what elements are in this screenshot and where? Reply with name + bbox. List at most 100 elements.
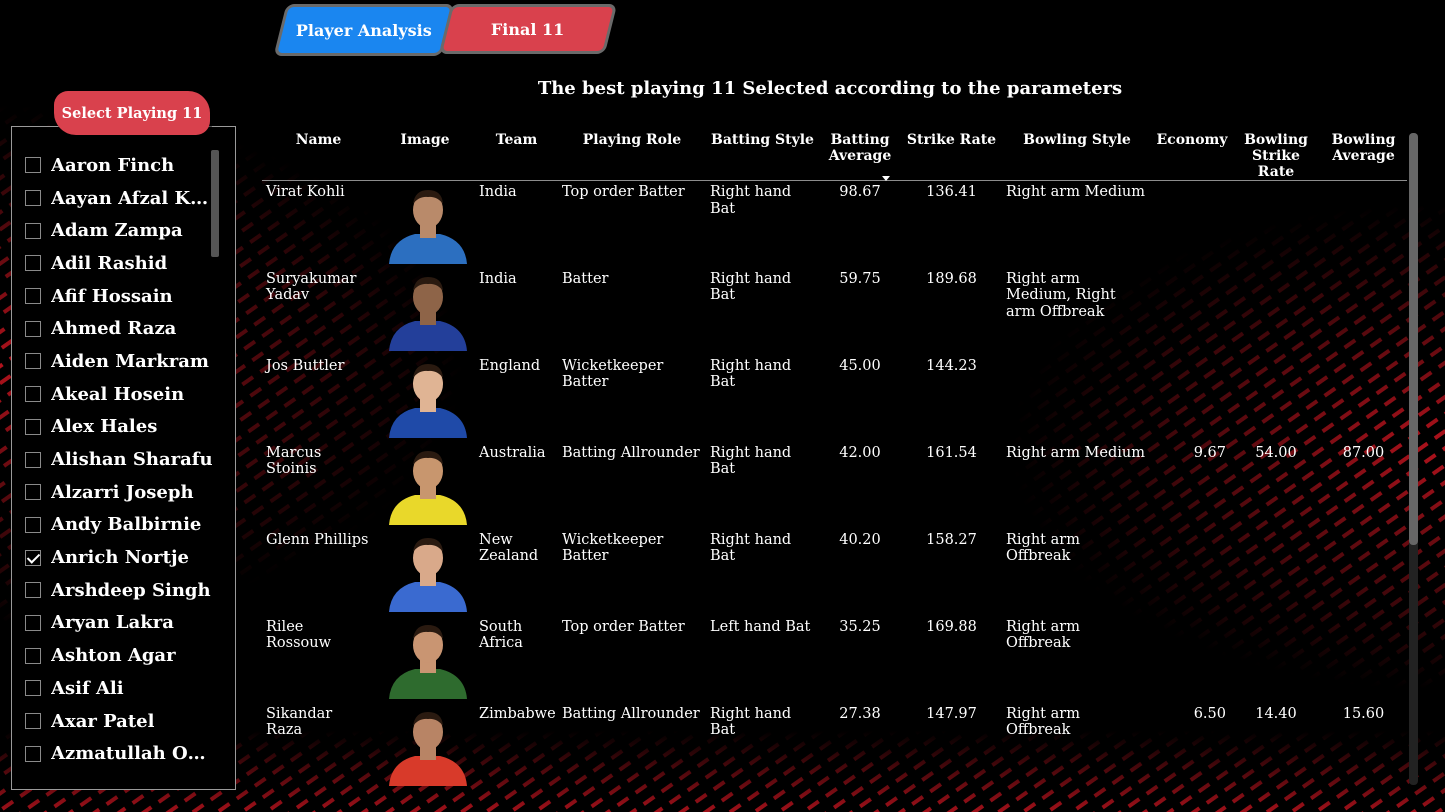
table-cell-bowl-style: Right arm Medium, Right arm Offbreak [1006, 270, 1116, 320]
table-cell-bowl-sr [1232, 181, 1320, 268]
column-header[interactable]: Name [262, 128, 375, 181]
table-cell-bowl-sr [1232, 529, 1320, 616]
slicer-item[interactable]: Aaron Finch [22, 149, 222, 182]
column-header[interactable]: Bowling Strike Rate [1232, 128, 1320, 181]
table-row[interactable]: Sikandar Raza Zimbabwe Batting Allrounder R… [262, 703, 1407, 790]
table-cell-bowl-avg [1320, 181, 1407, 268]
slicer-item[interactable]: Asif Ali [22, 672, 222, 705]
player-photo-cell [375, 703, 475, 790]
table-cell-role: Wicketkeeper Batter [562, 531, 664, 565]
table-cell-bowl-avg [1320, 268, 1407, 355]
slicer-item[interactable]: Aayan Afzal Khan [22, 182, 222, 215]
slicer-item[interactable]: Alishan Sharafu [22, 443, 222, 476]
table-cell-bat-avg: 40.20 [839, 531, 881, 548]
column-header[interactable]: Batting Average [819, 128, 901, 181]
column-header-label: Batting Average [828, 132, 892, 164]
checkbox[interactable] [25, 614, 41, 631]
checkbox[interactable] [25, 484, 41, 501]
column-header[interactable]: Bowling Style [1002, 128, 1152, 181]
player-photo [389, 537, 467, 612]
table-row[interactable]: Glenn Phillips New Zealand Wicketkeeper Ba… [262, 529, 1407, 616]
column-header[interactable]: Bowling Average [1320, 128, 1407, 181]
checkbox[interactable] [25, 680, 41, 697]
tab-final-11[interactable]: Final 11 [438, 4, 618, 54]
table-cell-bowl-sr: 54.00 [1255, 444, 1297, 461]
slicer-item-label: Alishan Sharafu [51, 449, 213, 471]
column-header-label: Name [295, 132, 342, 148]
table-row[interactable]: Marcus Stoinis Australia Batting Allrounde… [262, 442, 1407, 529]
table-cell-bat-style: Right hand Bat [710, 270, 792, 304]
table-cell-economy [1152, 268, 1232, 355]
table-row[interactable]: Suryakumar Yadav India Batter Right hand Ba… [262, 268, 1407, 355]
checkbox[interactable] [25, 582, 41, 599]
checkbox-checked[interactable] [25, 549, 41, 566]
table-cell-bowl-style: Right arm Medium [1006, 444, 1145, 461]
table-cell-strike-rate: 161.54 [926, 444, 977, 461]
slicer-item[interactable]: Ashton Agar [22, 639, 222, 672]
slicer-item[interactable]: Aryan Lakra [22, 607, 222, 640]
slicer-item[interactable]: Axar Patel [22, 705, 222, 738]
table-row[interactable]: Virat Kohli India Top order Batter Right ha… [262, 181, 1407, 268]
table-cell-role: Batting Allrounder [562, 444, 700, 461]
checkbox[interactable] [25, 451, 41, 468]
column-header-label: Bowling Strike Rate [1244, 132, 1308, 180]
checkbox[interactable] [25, 353, 41, 370]
checkbox[interactable] [25, 647, 41, 664]
slicer-item[interactable]: Arshdeep Singh [22, 574, 222, 607]
table-cell-bowl-sr [1232, 355, 1320, 442]
player-photo-cell [375, 355, 475, 442]
checkbox[interactable] [25, 516, 41, 533]
slicer-item[interactable]: Ahmed Raza [22, 312, 222, 345]
tab-player-analysis-label: Player Analysis [296, 20, 432, 40]
table-cell-bat-style: Left hand Bat [710, 618, 811, 635]
column-header[interactable]: Team [475, 128, 558, 181]
column-header[interactable]: Strike Rate [901, 128, 1002, 181]
table-row[interactable]: Rilee Rossouw South Africa Top order Batte… [262, 616, 1407, 703]
slicer-item[interactable]: Azmatullah Omarzai [22, 737, 222, 770]
table-row[interactable]: Jos Buttler England Wicketkeeper Batter Rig… [262, 355, 1407, 442]
checkbox[interactable] [25, 418, 41, 435]
table-cell-strike-rate: 147.97 [926, 705, 977, 722]
table-cell-bowl-avg [1320, 355, 1407, 442]
checkbox[interactable] [25, 745, 41, 762]
checkbox[interactable] [25, 713, 41, 730]
checkbox[interactable] [25, 288, 41, 305]
slicer-item-label: Alzarri Joseph [51, 481, 194, 503]
slicer-item[interactable]: Afif Hossain [22, 280, 222, 313]
player-photo [389, 190, 467, 264]
table-cell-bat-avg: 98.67 [839, 184, 881, 200]
checkbox[interactable] [25, 255, 41, 272]
slicer-item[interactable]: Aiden Markram [22, 345, 222, 378]
slicer-item[interactable]: Adil Rashid [22, 247, 222, 280]
checkbox[interactable] [25, 320, 41, 337]
slicer-item[interactable]: Andy Balbirnie [22, 509, 222, 542]
table-cell-team: New Zealand [479, 531, 539, 565]
column-header[interactable]: Economy [1152, 128, 1232, 181]
checkbox[interactable] [25, 190, 41, 207]
table-cell-economy [1152, 529, 1232, 616]
slicer-item[interactable]: Anrich Nortje [22, 541, 222, 574]
column-header-label: Playing Role [582, 132, 682, 148]
table-scrollbar-thumb[interactable] [1409, 133, 1418, 545]
player-photo [389, 624, 467, 699]
slicer-item-label: Azmatullah Omarzai [51, 743, 213, 765]
slicer-item[interactable]: Adam Zampa [22, 214, 222, 247]
column-header[interactable]: Playing Role [558, 128, 706, 181]
slicer-scrollbar[interactable] [211, 150, 219, 257]
column-header[interactable]: Batting Style [706, 128, 819, 181]
table-cell-bowl-style [1002, 355, 1152, 442]
player-photo-cell [375, 268, 475, 355]
tab-player-analysis[interactable]: Player Analysis [273, 4, 455, 56]
column-header-label: Bowling Average [1331, 132, 1396, 164]
checkbox[interactable] [25, 222, 41, 239]
checkbox[interactable] [25, 386, 41, 403]
column-header[interactable]: Image [375, 128, 475, 181]
slicer-item-label: Asif Ali [51, 677, 124, 699]
sort-descending-icon [882, 176, 890, 181]
table-cell-team: India [479, 270, 517, 287]
slicer-item-label: Ashton Agar [51, 645, 176, 667]
slicer-item[interactable]: Alzarri Joseph [22, 476, 222, 509]
checkbox[interactable] [25, 157, 41, 174]
slicer-item[interactable]: Akeal Hosein [22, 378, 222, 411]
slicer-item[interactable]: Alex Hales [22, 411, 222, 444]
